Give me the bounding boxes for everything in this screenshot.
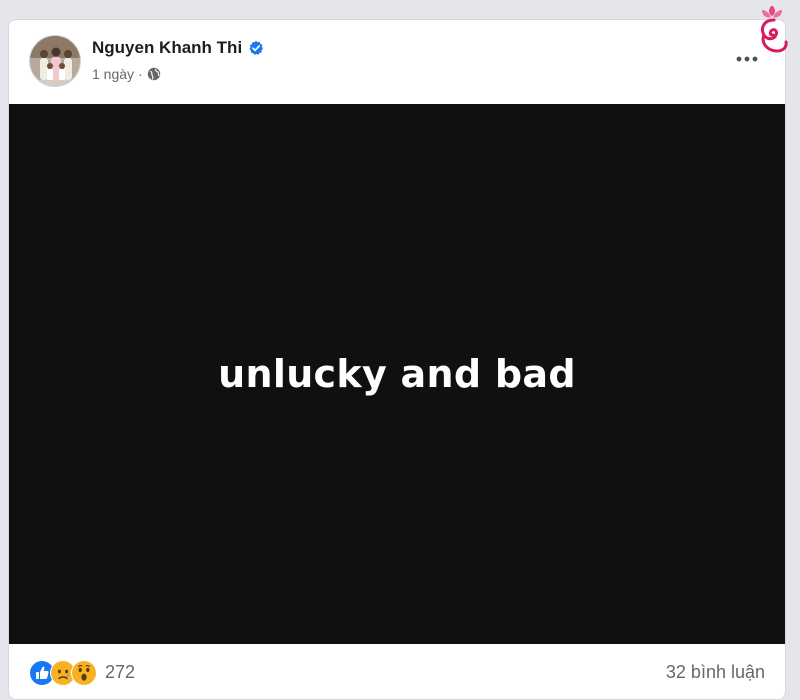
- author-name[interactable]: Nguyen Khanh Thi: [92, 38, 242, 58]
- globe-icon[interactable]: [147, 67, 161, 81]
- post-meta: 1 ngày ·: [92, 66, 161, 82]
- verified-badge-icon: [248, 40, 264, 56]
- brand-logo: [752, 2, 792, 56]
- page: Nguyen Khanh Thi 1 ngày · unlucky and ba…: [0, 0, 800, 700]
- wow-reaction-icon: [71, 659, 97, 686]
- meta-separator: ·: [138, 66, 143, 82]
- reaction-bar: 272 32 bình luận: [9, 644, 785, 699]
- reactions-summary[interactable]: 272: [29, 659, 136, 686]
- post-card: Nguyen Khanh Thi 1 ngày · unlucky and ba…: [8, 19, 786, 700]
- reaction-icons: [29, 659, 97, 686]
- more-options-icon: [736, 56, 758, 62]
- author-row: Nguyen Khanh Thi: [92, 38, 264, 58]
- reaction-count: 272: [105, 662, 136, 682]
- post-image[interactable]: unlucky and bad: [9, 104, 785, 644]
- post-image-text: unlucky and bad: [218, 352, 576, 396]
- comment-count[interactable]: 32 bình luận: [666, 662, 765, 683]
- author-avatar[interactable]: [29, 35, 81, 87]
- avatar-image: [30, 36, 80, 86]
- post-header: Nguyen Khanh Thi 1 ngày ·: [9, 20, 785, 104]
- post-time[interactable]: 1 ngày: [92, 66, 134, 82]
